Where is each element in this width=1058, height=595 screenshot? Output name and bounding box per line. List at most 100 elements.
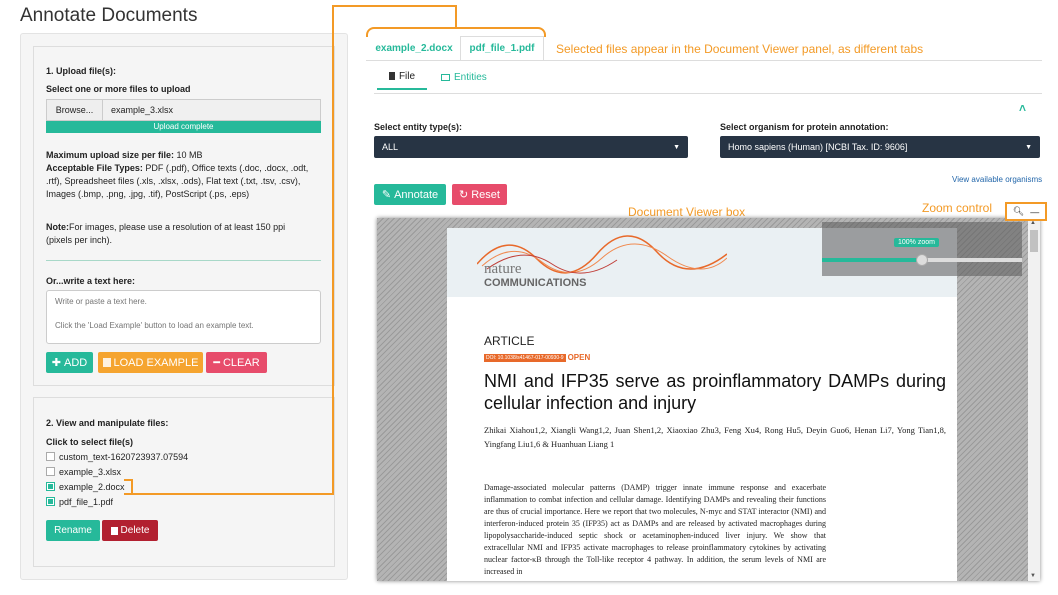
zoom-out-icon[interactable]: — (1030, 207, 1039, 217)
entity-type-select[interactable]: ALL ▼ (374, 136, 688, 158)
view-organisms-link[interactable]: View available organisms (952, 175, 1042, 184)
file-list-item[interactable]: custom_text-1620723937.07594 (46, 449, 188, 464)
click-select-label: Click to select file(s) (46, 437, 134, 447)
article-title: NMI and IFP35 serve as proinflammatory D… (484, 371, 946, 413)
doi: DOI: 10.1038/s41467-017-00930-9 (484, 353, 566, 362)
file-checkbox[interactable] (46, 452, 55, 461)
rename-button[interactable]: Rename (46, 520, 100, 541)
file-list: custom_text-1620723937.07594 example_3.xl… (46, 449, 188, 509)
clear-button[interactable]: ━ CLEAR (206, 352, 267, 373)
tab-example-2-docx[interactable]: example_2.docx (370, 36, 458, 60)
subtab-file[interactable]: File (377, 64, 427, 90)
zoom-slider-handle[interactable] (916, 254, 928, 266)
annotation-line (455, 5, 457, 29)
subtab-entities-label: Entities (454, 71, 487, 83)
scrollbar[interactable]: ▲ ▼ (1028, 218, 1040, 581)
upload-heading: 1. Upload file(s): (46, 66, 117, 76)
zoom-control[interactable]: 🔍︎ — (1005, 202, 1047, 221)
reset-icon: ↻ (459, 189, 469, 201)
organism-value: Homo sapiens (Human) [NCBI Tax. ID: 9606… (728, 142, 908, 152)
logo-nature: nature (484, 261, 522, 277)
trash-icon (110, 526, 118, 535)
scroll-down-icon[interactable]: ▼ (1030, 573, 1036, 579)
table-icon (441, 73, 450, 81)
view-heading: 2. View and manipulate files: (46, 418, 169, 428)
add-button[interactable]: ✚ ADD (46, 352, 93, 373)
article-type: ARTICLE (484, 334, 535, 348)
file-checkbox[interactable] (46, 497, 55, 506)
reset-button[interactable]: ↻ Reset (452, 184, 507, 205)
tabs-annotation: Selected files appear in the Document Vi… (556, 42, 924, 56)
file-name: custom_text-1620723937.07594 (59, 451, 189, 462)
open-access-badge: OPEN (567, 353, 591, 362)
organism-select[interactable]: Homo sapiens (Human) [NCBI Tax. ID: 9606… (720, 136, 1040, 158)
annotation-line (332, 5, 456, 7)
upload-select-label: Select one or more files to upload (46, 84, 191, 94)
organism-label: Select organism for protein annotation: (720, 122, 889, 132)
write-text-label: Or...write a text here: (46, 276, 136, 286)
file-input-value: example_3.xlsx (103, 100, 320, 120)
divider (46, 260, 321, 261)
annotation-bracket (124, 479, 133, 493)
scroll-up-icon[interactable]: ▲ (1030, 220, 1038, 228)
note: Note:For images, please use a resolution… (46, 221, 311, 247)
browse-button[interactable]: Browse... (47, 100, 103, 120)
upload-progress-bar: Upload complete (46, 121, 321, 133)
load-example-label: LOAD EXAMPLE (113, 356, 199, 369)
collapse-chevron-icon[interactable]: ˄ (1019, 101, 1026, 115)
max-size-label: Maximum upload size per file: (46, 150, 175, 160)
viewer-annotation: Document Viewer box (628, 205, 746, 219)
zoom-icon[interactable]: 🔍︎ (1013, 206, 1024, 217)
logo-communications: COMMUNICATIONS (484, 277, 587, 289)
tab-pdf-file-1[interactable]: pdf_file_1.pdf (460, 36, 544, 60)
plus-icon: ✚ (51, 357, 61, 369)
file-list-item[interactable]: example_2.docx (46, 479, 188, 494)
text-input[interactable] (46, 290, 321, 344)
annotation-line (124, 493, 334, 495)
reset-label: Reset (471, 188, 500, 201)
tab-divider (366, 60, 1042, 61)
entity-type-label: Select entity type(s): (374, 122, 463, 132)
file-list-item[interactable]: pdf_file_1.pdf (46, 494, 188, 509)
caret-down-icon: ▼ (1025, 143, 1032, 151)
note-text: For images, please use a resolution of a… (46, 222, 286, 245)
caret-down-icon: ▼ (673, 143, 680, 151)
subtab-entities[interactable]: Entities (441, 64, 501, 90)
annotate-button[interactable]: ✎ Annotate (374, 184, 446, 205)
document-viewer[interactable]: nature COMMUNICATIONS ARTICLE DOI: 10.10… (377, 218, 1040, 581)
delete-label: Delete (120, 525, 150, 536)
entity-type-value: ALL (382, 142, 399, 152)
authors: Zhikai Xiahou1,2, Xiangli Wang1,2, Juan … (484, 425, 946, 449)
file-name: example_3.xlsx (59, 466, 122, 477)
load-example-button[interactable]: LOAD EXAMPLE (98, 352, 203, 373)
zoom-label: 100% zoom (894, 238, 939, 247)
file-list-item[interactable]: example_3.xlsx (46, 464, 188, 479)
doi-row: DOI: 10.1038/s41467-017-00930-9 OPEN (484, 353, 590, 362)
file-name: example_2.docx (59, 481, 125, 492)
note-label: Note: (46, 222, 69, 232)
file-types-label: Acceptable File Types: (46, 163, 143, 173)
file-input[interactable]: Browse... example_3.xlsx (46, 99, 321, 121)
annotation-line (332, 5, 334, 495)
subtab-file-label: File (398, 70, 416, 82)
abstract: Damage-associated molecular patterns (DA… (484, 483, 826, 576)
pencil-icon: ✎ (381, 189, 392, 201)
minus-icon: ━ (213, 357, 220, 369)
clear-label: CLEAR (222, 356, 260, 369)
zoom-annotation: Zoom control (922, 201, 993, 215)
delete-button[interactable]: Delete (102, 520, 158, 541)
scroll-thumb[interactable] (1030, 230, 1038, 252)
subtab-divider (374, 93, 1042, 94)
zoom-slider-fill (822, 258, 922, 262)
page-title: Annotate Documents (20, 5, 198, 26)
file-name: pdf_file_1.pdf (59, 496, 114, 507)
zoom-popup: 100% zoom (822, 222, 1022, 276)
file-checkbox[interactable] (46, 482, 55, 491)
file-icon (388, 72, 395, 80)
add-label: ADD (63, 356, 88, 369)
file-checkbox[interactable] (46, 467, 55, 476)
max-size-value: 10 MB (174, 150, 203, 160)
pdf-page: nature COMMUNICATIONS ARTICLE DOI: 10.10… (447, 228, 957, 581)
book-icon (102, 358, 111, 367)
annotate-label: Annotate (394, 188, 439, 201)
